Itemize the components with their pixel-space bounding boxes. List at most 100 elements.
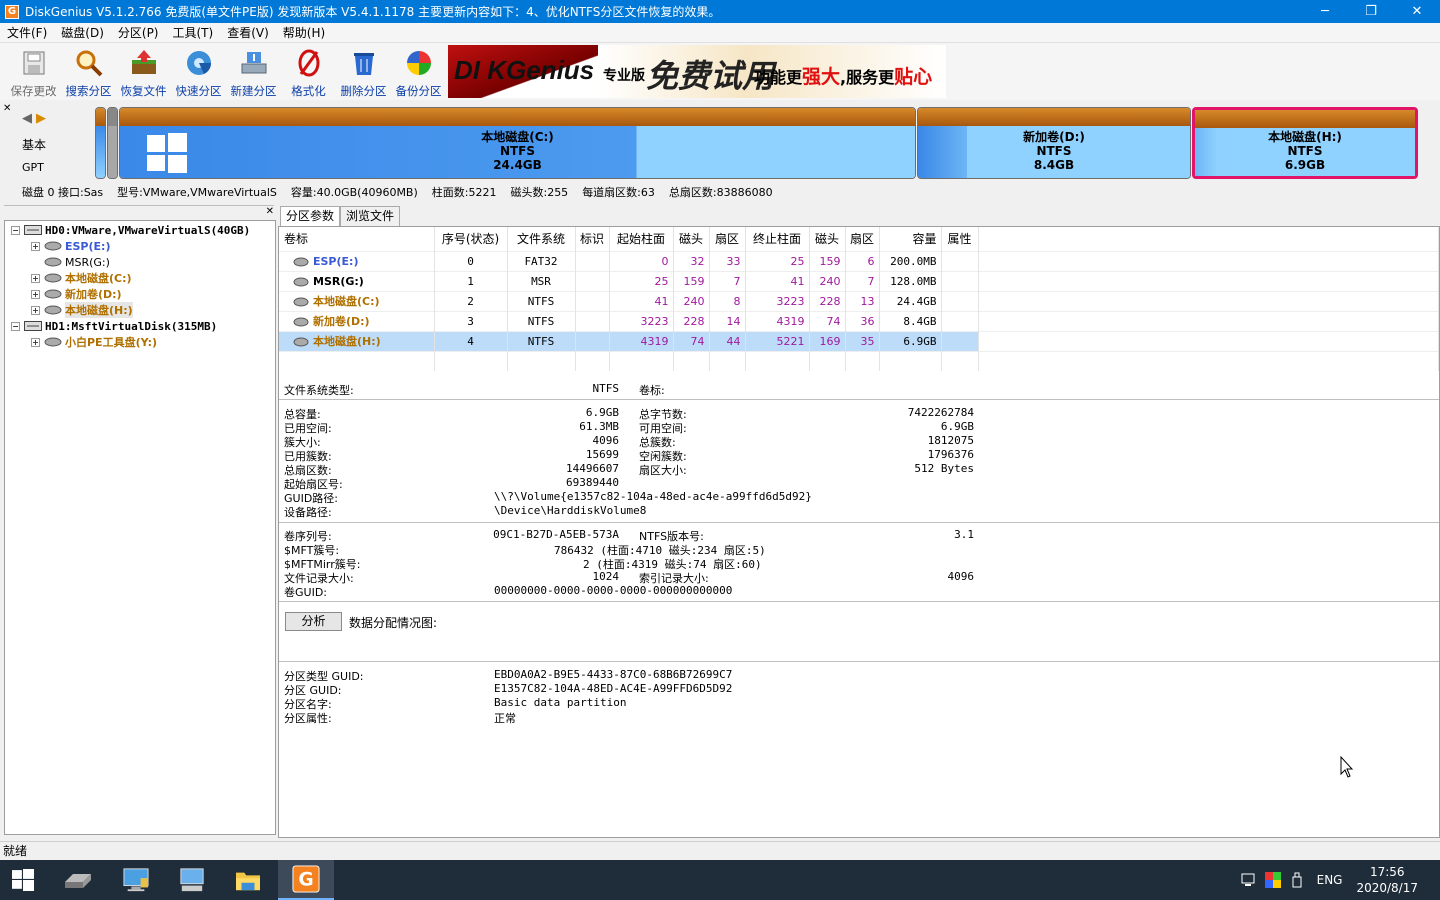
tree-disk-hd1-label: HD1:MsftVirtualDisk(315MB) bbox=[45, 319, 218, 333]
col-header[interactable]: 文件系统 bbox=[507, 227, 576, 251]
next-disk-arrow-icon[interactable]: ▶ bbox=[36, 111, 46, 126]
search-partition-button[interactable]: 搜索分区 bbox=[61, 43, 116, 100]
cell-filler bbox=[978, 310, 1439, 331]
tab-partition-params[interactable]: 分区参数 bbox=[280, 206, 341, 226]
expand-icon[interactable]: + bbox=[31, 305, 40, 315]
col-header[interactable]: 磁头 bbox=[673, 227, 710, 251]
col-header[interactable]: 磁头 bbox=[809, 227, 846, 251]
table-row[interactable]: 本地磁盘(C:) 2 NTFS 41 240 8 3223 228 13 24.4GB bbox=[279, 290, 1439, 311]
recover-files-button[interactable]: 恢复文件 bbox=[116, 43, 171, 100]
diskgenius-icon: G bbox=[292, 865, 320, 893]
taskbar-drive-app[interactable] bbox=[50, 860, 106, 900]
backup-partition-button[interactable]: 备份分区 bbox=[391, 43, 446, 100]
col-header[interactable]: 扇区 bbox=[709, 227, 746, 251]
fs-left-value: 14496607 bbox=[566, 462, 619, 475]
col-header[interactable]: 容量 bbox=[879, 227, 942, 251]
cell-capacity: 24.4GB bbox=[879, 290, 942, 311]
disk-info-interface: 磁盘 0 接口:Sas bbox=[22, 185, 104, 199]
tree-part-esp[interactable]: + ESP(E:) bbox=[31, 238, 110, 254]
banner-slogan-4: 贴心 bbox=[894, 66, 933, 88]
col-header[interactable]: 标识 bbox=[575, 227, 610, 251]
table-row[interactable]: MSR(G:) 1 MSR 25 159 7 41 240 7 128.0MB bbox=[279, 270, 1439, 291]
collapse-icon[interactable]: − bbox=[11, 321, 20, 331]
taskbar-remote-app[interactable] bbox=[164, 860, 220, 900]
computer-icon bbox=[123, 868, 149, 892]
menu-file[interactable]: 文件(F) bbox=[0, 24, 54, 41]
disk-icon bbox=[24, 321, 42, 331]
taskbar-explorer-app[interactable] bbox=[220, 860, 276, 900]
tree-part-c[interactable]: + 本地磁盘(C:) bbox=[31, 270, 132, 286]
tab-browse-files[interactable]: 浏览文件 bbox=[340, 206, 401, 226]
col-header[interactable]: 属性 bbox=[941, 227, 979, 251]
menu-help[interactable]: 帮助(H) bbox=[276, 24, 332, 41]
color-app-icon[interactable] bbox=[1264, 872, 1281, 888]
disk-info-heads: 磁头数:255 bbox=[510, 185, 569, 199]
col-header[interactable]: 卷标 bbox=[279, 227, 435, 251]
quick-partition-button[interactable]: 快速分区 bbox=[171, 43, 226, 100]
prev-disk-arrow-icon[interactable]: ◀ bbox=[22, 111, 32, 126]
expand-icon[interactable]: + bbox=[31, 241, 40, 251]
analyze-button[interactable]: 分析 bbox=[285, 612, 342, 631]
partition-segment-d[interactable]: 新加卷(D:) NTFS 8.4GB bbox=[917, 107, 1191, 179]
banner-slogan-2: 强大 bbox=[802, 66, 841, 88]
cell-value: 2 bbox=[434, 290, 508, 311]
col-header[interactable]: 起始柱面 bbox=[609, 227, 674, 251]
tree-close-icon[interactable]: ✕ bbox=[266, 206, 274, 217]
table-row[interactable]: 新加卷(D:) 3 NTFS 3223 228 14 4319 74 36 8.4GB bbox=[279, 310, 1439, 331]
menu-view[interactable]: 查看(V) bbox=[220, 24, 276, 41]
menu-tools[interactable]: 工具(T) bbox=[166, 24, 221, 41]
menu-partition[interactable]: 分区(P) bbox=[111, 24, 166, 41]
collapse-icon[interactable]: − bbox=[11, 225, 20, 235]
maximize-button[interactable]: ❐ bbox=[1348, 0, 1394, 23]
partition-segment-c[interactable]: 本地磁盘(C:) NTFS 24.4GB bbox=[119, 107, 916, 179]
segment-h-fs: NTFS bbox=[1287, 144, 1323, 158]
save-changes-button[interactable]: 保存更改 bbox=[6, 43, 61, 100]
menu-disk[interactable]: 磁盘(D) bbox=[54, 24, 111, 41]
taskbar-computer-app[interactable] bbox=[108, 860, 164, 900]
expand-icon[interactable]: + bbox=[31, 337, 40, 347]
cell-capacity: 8.4GB bbox=[879, 310, 942, 331]
tree-disk-hd0[interactable]: − HD0:VMware,VMwareVirtualS(40GB) bbox=[11, 222, 250, 238]
col-header[interactable]: 序号(状态) bbox=[434, 227, 508, 251]
tree-part-y-label: 小白PE工具盘(Y:) bbox=[65, 336, 158, 349]
table-row[interactable]: 本地磁盘(H:) 4 NTFS 4319 74 44 5221 169 35 6.9GB bbox=[279, 330, 1439, 351]
expand-icon[interactable]: + bbox=[31, 289, 40, 299]
promo-banner[interactable]: DI KGenius 专业版 免费试用 功能更强大,服务更贴心 bbox=[448, 45, 946, 98]
cell-attribute bbox=[941, 310, 979, 331]
tree-part-h[interactable]: + 本地磁盘(H:) bbox=[31, 302, 133, 318]
clock[interactable]: 17:56 2020/8/17 bbox=[1356, 864, 1418, 896]
new-partition-button[interactable]: 新建分区 bbox=[226, 43, 281, 100]
format-button[interactable]: 格式化 bbox=[281, 43, 336, 100]
panel-close-icon[interactable]: ✕ bbox=[3, 103, 11, 114]
taskbar-diskgenius-app[interactable]: G bbox=[278, 860, 334, 900]
partition-segment-h[interactable]: 本地磁盘(H:) NTFS 6.9GB bbox=[1192, 107, 1418, 179]
mouse-cursor-icon bbox=[1340, 756, 1354, 778]
tree-part-d[interactable]: + 新加卷(D:) bbox=[31, 286, 122, 302]
close-button[interactable]: ✕ bbox=[1394, 0, 1440, 23]
table-row[interactable]: ESP(E:) 0 FAT32 0 32 33 25 159 6 200.0MB bbox=[279, 250, 1439, 271]
minimize-button[interactable]: ─ bbox=[1302, 0, 1348, 23]
cell-number: 74 bbox=[809, 310, 846, 331]
col-header[interactable]: 扇区 bbox=[845, 227, 880, 251]
allocation-map-label: 数据分配情况图: bbox=[349, 616, 438, 630]
partition-details-panel: 卷标 序号(状态) 文件系统 标识 起始柱面 磁头 扇区 终止柱面 磁头 扇区 … bbox=[278, 226, 1440, 838]
segment-c-size: 24.4GB bbox=[493, 158, 542, 172]
partition-segment-esp[interactable] bbox=[95, 107, 106, 179]
tree-disk-hd1[interactable]: − HD1:MsftVirtualDisk(315MB) bbox=[11, 318, 217, 334]
partition-segment-msr[interactable] bbox=[107, 107, 118, 179]
app-icon: G bbox=[5, 4, 19, 19]
tree-part-y[interactable]: + 小白PE工具盘(Y:) bbox=[31, 334, 157, 350]
tree-part-msr[interactable]: MSR(G:) bbox=[44, 254, 110, 270]
start-button[interactable] bbox=[0, 860, 46, 900]
network-icon[interactable] bbox=[1241, 872, 1257, 888]
usb-icon[interactable] bbox=[1289, 872, 1305, 888]
format-label: 格式化 bbox=[291, 84, 326, 98]
col-header[interactable]: 终止柱面 bbox=[745, 227, 810, 251]
delete-partition-button[interactable]: 删除分区 bbox=[336, 43, 391, 100]
delete-icon bbox=[353, 53, 374, 75]
partition-icon bbox=[293, 297, 309, 307]
expand-icon[interactable]: + bbox=[31, 273, 40, 283]
cell-capacity: 128.0MB bbox=[879, 270, 942, 291]
language-indicator[interactable]: ENG bbox=[1317, 873, 1343, 887]
tree-part-c-label: 本地磁盘(C:) bbox=[65, 272, 132, 285]
